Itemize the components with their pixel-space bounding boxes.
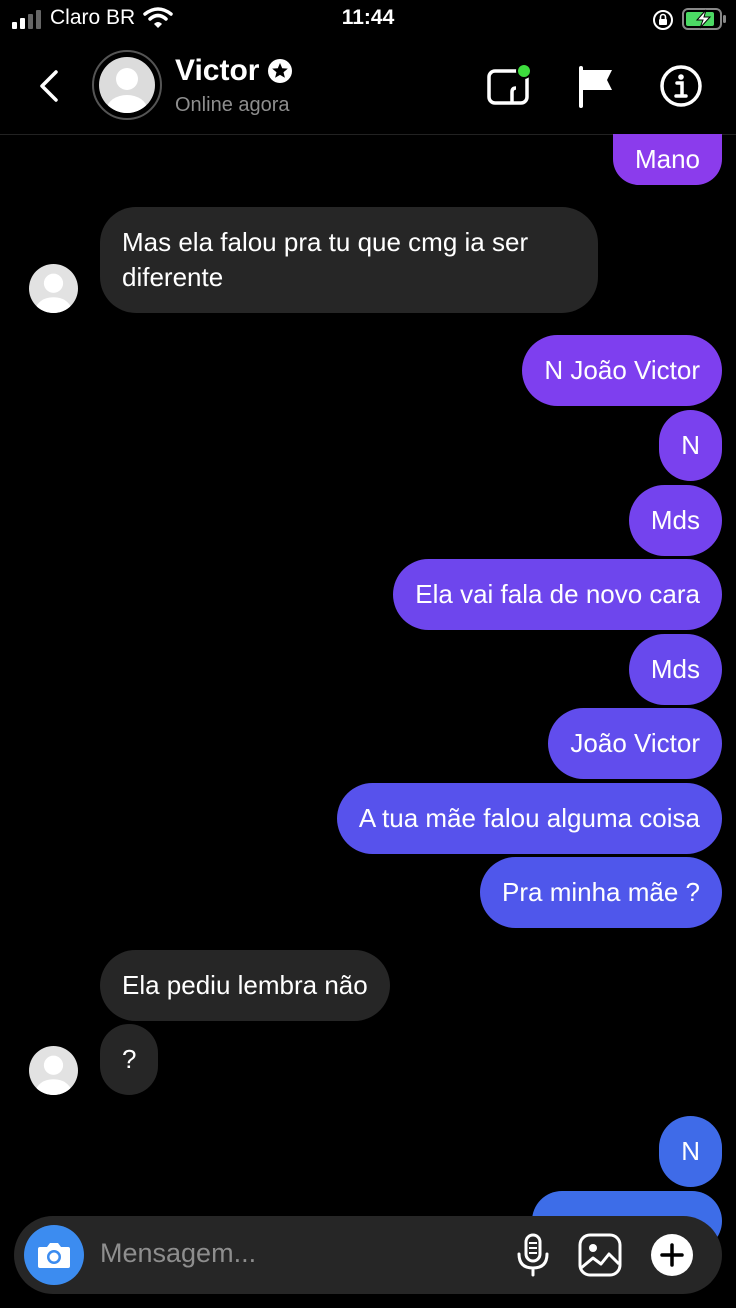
message-received[interactable]: Ela pediu lembra não xyxy=(100,950,390,1021)
message-text: ? xyxy=(122,1044,137,1074)
status-bar: Claro BR 11:44 xyxy=(0,0,736,40)
message-received[interactable]: Mas ela falou pra tu que cmg ia ser dife… xyxy=(100,207,598,313)
info-icon[interactable] xyxy=(657,62,705,110)
message-sent[interactable]: Mds xyxy=(628,634,722,705)
message-sent[interactable]: Pra minha mãe ? xyxy=(480,857,722,928)
message-text: N João Victor xyxy=(544,355,700,385)
avatar[interactable] xyxy=(92,50,162,120)
message-sent[interactable]: Mds xyxy=(628,485,722,556)
rotation-lock-icon xyxy=(653,10,673,30)
message-text: Ela vai fala de novo cara xyxy=(415,579,700,609)
message-text: Mano xyxy=(634,144,700,174)
default-avatar-icon xyxy=(107,68,147,113)
sender-avatar[interactable] xyxy=(29,264,78,313)
message-input[interactable]: Mensagem... xyxy=(100,1238,256,1269)
flag-icon[interactable] xyxy=(572,62,620,110)
video-call-icon[interactable] xyxy=(486,62,534,110)
back-icon[interactable] xyxy=(32,62,68,110)
microphone-icon[interactable] xyxy=(508,1230,558,1280)
message-text: Mds xyxy=(650,654,700,684)
message-text: João Victor xyxy=(570,728,700,758)
clock: 11:44 xyxy=(341,6,395,29)
message-text: N xyxy=(681,430,700,460)
message-text: Mas ela falou pra tu que cmg ia ser dife… xyxy=(122,227,529,292)
camera-button[interactable] xyxy=(24,1225,84,1285)
message-composer: Mensagem... xyxy=(14,1216,722,1294)
presence-status: Online agora xyxy=(175,94,290,116)
contact-name-row[interactable]: Victor xyxy=(175,54,293,88)
chat-header: Victor Online agora xyxy=(0,40,736,135)
message-sent[interactable]: Mano xyxy=(612,134,722,185)
camera-icon xyxy=(38,1243,70,1268)
message-received[interactable]: ? xyxy=(100,1024,159,1095)
plus-icon[interactable] xyxy=(647,1230,697,1280)
message-text: A tua mãe falou alguma coisa xyxy=(358,803,700,833)
battery-icon xyxy=(682,8,726,30)
contact-name: Victor xyxy=(175,54,260,87)
message-sent[interactable]: N xyxy=(659,410,722,481)
message-sent[interactable]: João Victor xyxy=(548,708,722,779)
verified-icon xyxy=(268,59,293,83)
gallery-icon[interactable] xyxy=(575,1230,625,1280)
sender-avatar[interactable] xyxy=(29,1046,78,1095)
message-text: Mds xyxy=(650,505,700,535)
message-sent[interactable]: N João Victor xyxy=(522,335,722,406)
message-text: Pra minha mãe ? xyxy=(502,877,700,907)
message-sent[interactable]: N xyxy=(659,1116,722,1187)
message-sent[interactable]: A tua mãe falou alguma coisa xyxy=(336,783,722,854)
message-text: N xyxy=(681,1136,700,1166)
message-sent[interactable]: Ela vai fala de novo cara xyxy=(393,559,722,630)
message-text: Ela pediu lembra não xyxy=(122,970,368,1000)
